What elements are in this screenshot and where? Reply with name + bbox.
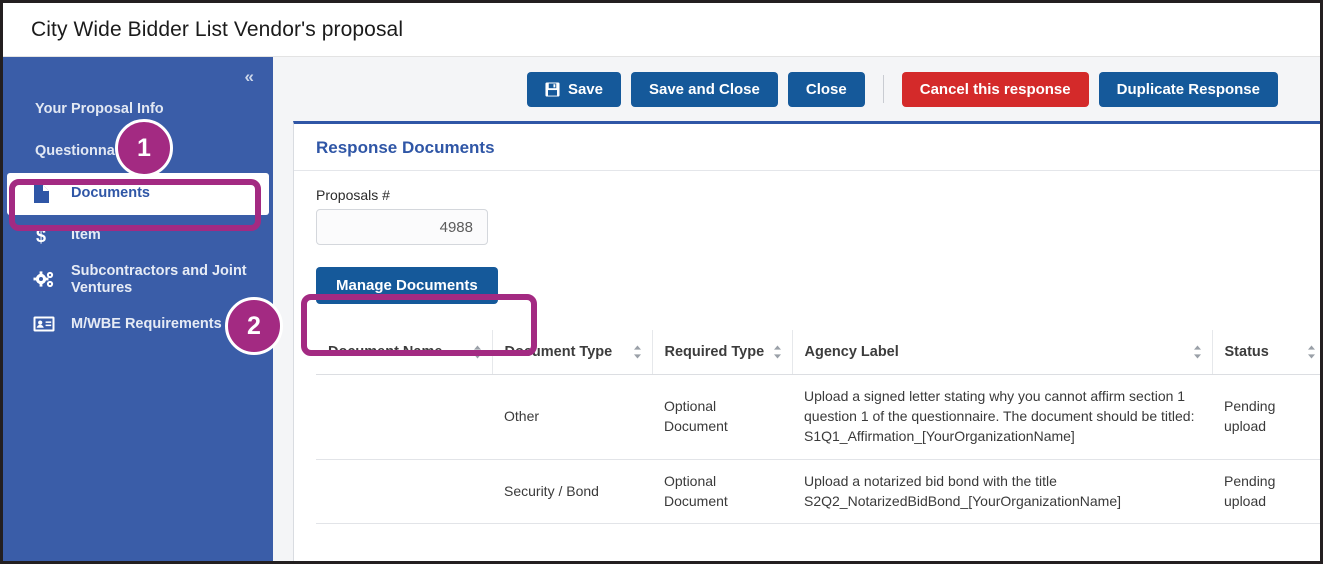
proposals-number-label: Proposals # — [316, 187, 390, 203]
column-label: Document Type — [504, 344, 613, 360]
cancel-button-label: Cancel this response — [919, 80, 1071, 98]
sidebar-item-label: Documents — [71, 185, 150, 202]
close-button[interactable]: Close — [787, 71, 865, 107]
cell-status: Pending upload — [1212, 374, 1320, 460]
duplicate-response-button[interactable]: Duplicate Response — [1098, 71, 1278, 107]
svg-text:$: $ — [36, 226, 46, 246]
cell-required-type: Optional Document — [652, 459, 792, 525]
main-content: Save Save and Close Close Cancel this re… — [273, 57, 1320, 561]
column-header-status[interactable]: Status — [1212, 330, 1320, 375]
sort-icon[interactable] — [1307, 345, 1316, 359]
column-label: Status — [1224, 344, 1269, 360]
sidebar-item-documents[interactable]: Documents — [7, 173, 269, 215]
cell-document-name — [316, 459, 492, 525]
action-toolbar: Save Save and Close Close Cancel this re… — [273, 57, 1320, 121]
cell-document-name — [316, 374, 492, 460]
sort-icon[interactable] — [773, 345, 782, 359]
application-window: City Wide Bidder List Vendor's proposal … — [0, 0, 1323, 564]
sidebar-item-item[interactable]: $ Item — [3, 215, 273, 257]
manage-documents-button[interactable]: Manage Documents — [316, 267, 498, 304]
proposals-number-input[interactable]: 4988 — [316, 209, 488, 245]
sidebar-collapse-row: « — [3, 63, 273, 89]
proposals-number-value: 4988 — [439, 218, 473, 236]
annotation-badge-2: 2 — [225, 297, 283, 355]
manage-documents-wrap: Manage Documents — [316, 267, 1298, 304]
documents-table-head: Document Name Document Type Required Typ… — [316, 330, 1320, 375]
sort-icon[interactable] — [1193, 345, 1202, 359]
cell-agency-label: Upload a signed letter stating why you c… — [792, 374, 1212, 460]
sort-icon[interactable] — [633, 345, 642, 359]
floppy-disk-icon — [545, 81, 560, 97]
save-button-label: Save — [567, 80, 603, 98]
toolbar-divider — [882, 75, 884, 103]
card-title: Response Documents — [316, 138, 495, 157]
gears-icon — [33, 270, 59, 290]
column-header-agency-label[interactable]: Agency Label — [792, 330, 1213, 375]
cell-agency-label: Upload a notarized bid bond with the tit… — [792, 459, 1212, 525]
column-label: Required Type — [664, 344, 765, 360]
table-row[interactable]: Security / Bond Optional Document Upload… — [316, 459, 1320, 525]
sort-icon[interactable] — [473, 345, 482, 359]
save-and-close-button[interactable]: Save and Close — [630, 71, 778, 107]
column-header-document-type[interactable]: Document Type — [492, 330, 653, 375]
sidebar-item-label: Item — [71, 227, 101, 244]
file-icon — [33, 184, 59, 204]
sidebar-item-label: M/WBE Requirements — [71, 315, 222, 332]
manage-documents-label: Manage Documents — [336, 277, 478, 294]
table-row[interactable]: Other Optional Document Upload a signed … — [316, 374, 1320, 460]
table-header-row: Document Name Document Type Required Typ… — [316, 330, 1320, 375]
close-button-label: Close — [805, 80, 847, 98]
documents-table-body: Other Optional Document Upload a signed … — [316, 374, 1320, 525]
cancel-this-response-button[interactable]: Cancel this response — [901, 71, 1089, 107]
card-header: Response Documents — [294, 124, 1320, 171]
documents-table: Document Name Document Type Required Typ… — [316, 330, 1320, 525]
cell-required-type: Optional Document — [652, 374, 792, 460]
title-bar: City Wide Bidder List Vendor's proposal — [3, 3, 1320, 57]
response-documents-card: Response Documents Proposals # 4988 Mana… — [293, 121, 1320, 561]
body-container: « Your Proposal Info Questionnaire Docum… — [3, 57, 1320, 561]
cell-document-type: Other — [492, 374, 652, 460]
column-header-document-name[interactable]: Document Name — [316, 330, 493, 375]
documents-table-wrap: Document Name Document Type Required Typ… — [316, 330, 1320, 525]
id-card-icon — [33, 315, 59, 333]
cell-document-type: Security / Bond — [492, 459, 652, 525]
card-body: Proposals # 4988 Manage Documents Docume… — [294, 171, 1320, 525]
column-header-required-type[interactable]: Required Type — [652, 330, 793, 375]
cell-status: Pending upload — [1212, 459, 1320, 525]
duplicate-button-label: Duplicate Response — [1116, 80, 1260, 98]
sidebar-item-label: Subcontractors and Joint Ventures — [71, 263, 247, 297]
save-and-close-button-label: Save and Close — [648, 80, 760, 98]
dollar-icon: $ — [33, 226, 59, 246]
column-label: Document Name — [328, 344, 443, 360]
sidebar-item-label: Your Proposal Info — [35, 101, 164, 118]
save-button[interactable]: Save — [526, 71, 621, 107]
page-title: City Wide Bidder List Vendor's proposal — [31, 17, 404, 41]
column-label: Agency Label — [804, 344, 899, 360]
chevron-double-left-icon[interactable]: « — [245, 68, 255, 85]
sidebar-item-subcontractors-and-joint-ventures[interactable]: Subcontractors and Joint Ventures — [3, 257, 273, 303]
annotation-badge-1: 1 — [115, 119, 173, 177]
